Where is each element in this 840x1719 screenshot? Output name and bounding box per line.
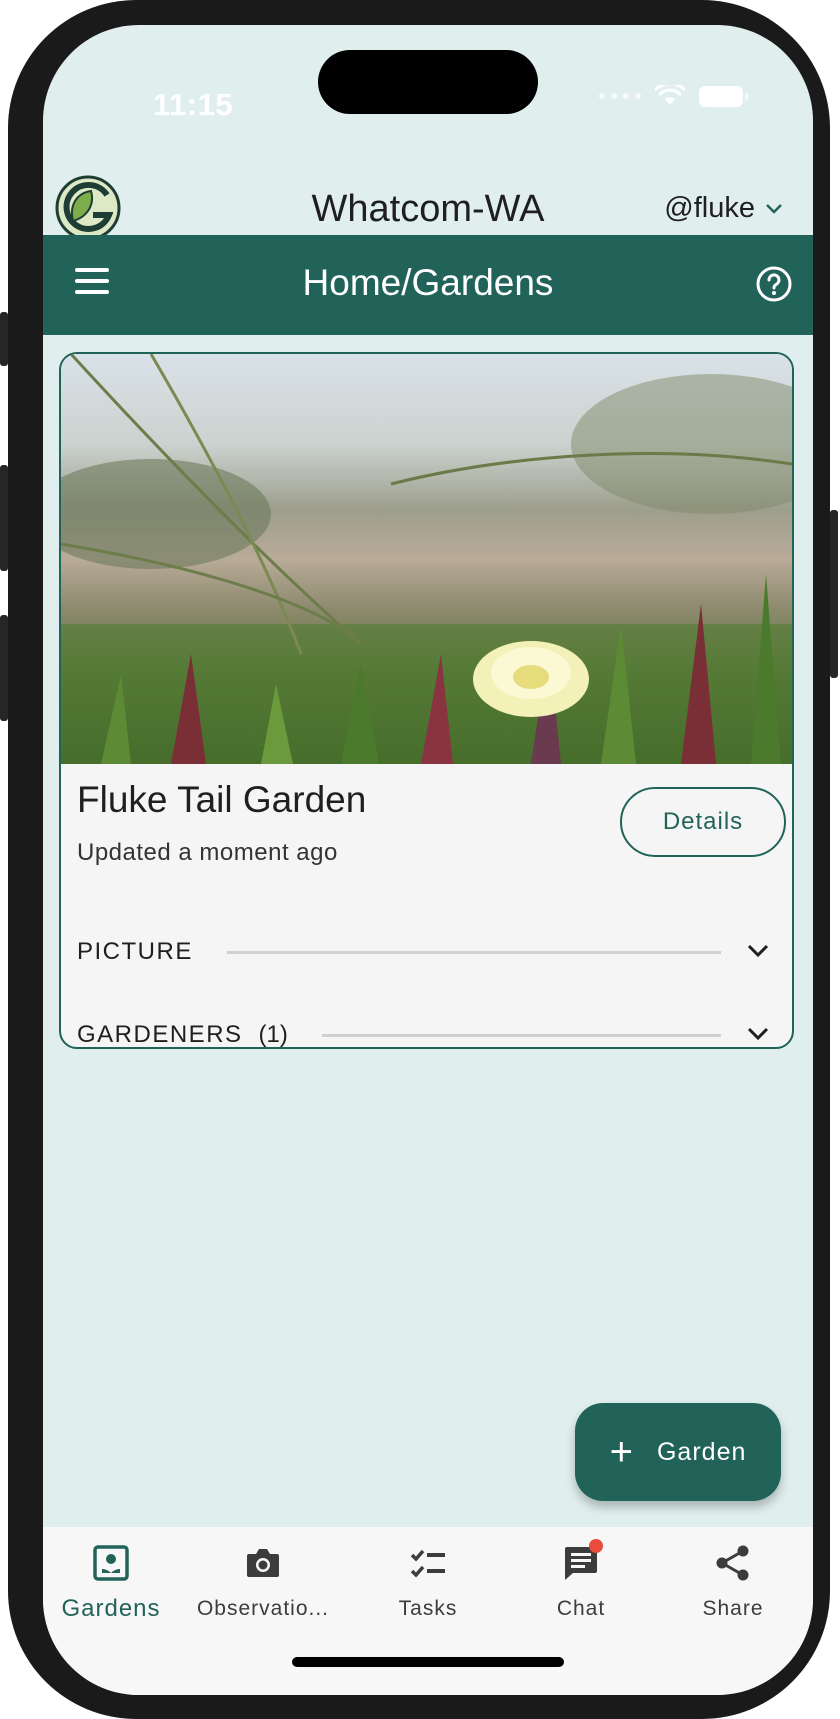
- gardeners-section-header[interactable]: GARDENERS (1): [77, 1015, 777, 1048]
- volume-down-button: [0, 615, 8, 721]
- camera-icon: [243, 1543, 283, 1583]
- garden-photo-illustration: [61, 354, 792, 764]
- volume-up-button: [0, 465, 8, 571]
- nav-chat[interactable]: Chat: [506, 1539, 656, 1621]
- toolbar: Home/Gardens: [43, 235, 813, 335]
- nav-label: Chat: [556, 1597, 606, 1620]
- power-button: [830, 510, 838, 678]
- nav-tasks[interactable]: Tasks: [353, 1543, 503, 1621]
- details-button[interactable]: Details: [620, 787, 786, 857]
- bottom-navigation: Gardens Observatio... Tasks Chat Share: [43, 1527, 813, 1695]
- nav-label: Observatio...: [196, 1597, 330, 1620]
- garden-icon: [91, 1543, 131, 1583]
- plus-icon: +: [609, 1430, 633, 1474]
- phone-frame: 11:15 Whatcom-WA @fluke Home/Gardens Flu…: [0, 0, 838, 1719]
- chat-notification-badge: [589, 1539, 603, 1553]
- nav-observations[interactable]: Observatio...: [188, 1543, 338, 1621]
- garden-updated-text: Updated a moment ago: [77, 839, 338, 866]
- add-garden-button[interactable]: + Garden: [575, 1403, 781, 1501]
- picture-section-header[interactable]: PICTURE: [77, 932, 777, 972]
- status-time: 11:15: [153, 87, 234, 122]
- home-indicator[interactable]: [292, 1657, 564, 1667]
- help-icon[interactable]: [755, 265, 793, 303]
- user-menu[interactable]: @fluke: [664, 192, 783, 225]
- status-indicators: [599, 85, 748, 107]
- garden-title: Fluke Tail Garden: [77, 779, 367, 820]
- chevron-down-icon[interactable]: [745, 938, 771, 964]
- gardeners-count: (1): [258, 1021, 288, 1048]
- dynamic-island: [318, 50, 538, 114]
- section-divider: [321, 1033, 721, 1037]
- battery-icon: [699, 85, 748, 107]
- mute-switch: [0, 312, 8, 366]
- username: @fluke: [664, 192, 755, 224]
- section-label: PICTURE: [77, 938, 193, 965]
- garden-photo: [61, 354, 792, 764]
- checklist-icon: [408, 1543, 448, 1583]
- section-label: GARDENERS: [77, 1021, 243, 1048]
- section-divider: [226, 950, 721, 954]
- cellular-signal-icon: [599, 93, 641, 99]
- nav-share[interactable]: Share: [658, 1543, 808, 1621]
- chevron-down-icon[interactable]: [745, 1021, 771, 1047]
- nav-label: Tasks: [398, 1597, 458, 1620]
- chat-icon: [561, 1539, 603, 1583]
- nav-gardens[interactable]: Gardens: [43, 1543, 186, 1623]
- nav-label: Gardens: [61, 1595, 161, 1622]
- page-title: Home/Gardens: [302, 262, 554, 303]
- app-screen: 11:15 Whatcom-WA @fluke Home/Gardens Flu…: [43, 25, 813, 1695]
- nav-label: Share: [702, 1597, 764, 1620]
- chevron-down-icon: [766, 203, 782, 214]
- garden-card[interactable]: Fluke Tail Garden Updated a moment ago D…: [59, 352, 794, 1049]
- share-icon: [713, 1543, 753, 1583]
- add-garden-label: Garden: [656, 1437, 747, 1466]
- wifi-icon: [655, 85, 685, 105]
